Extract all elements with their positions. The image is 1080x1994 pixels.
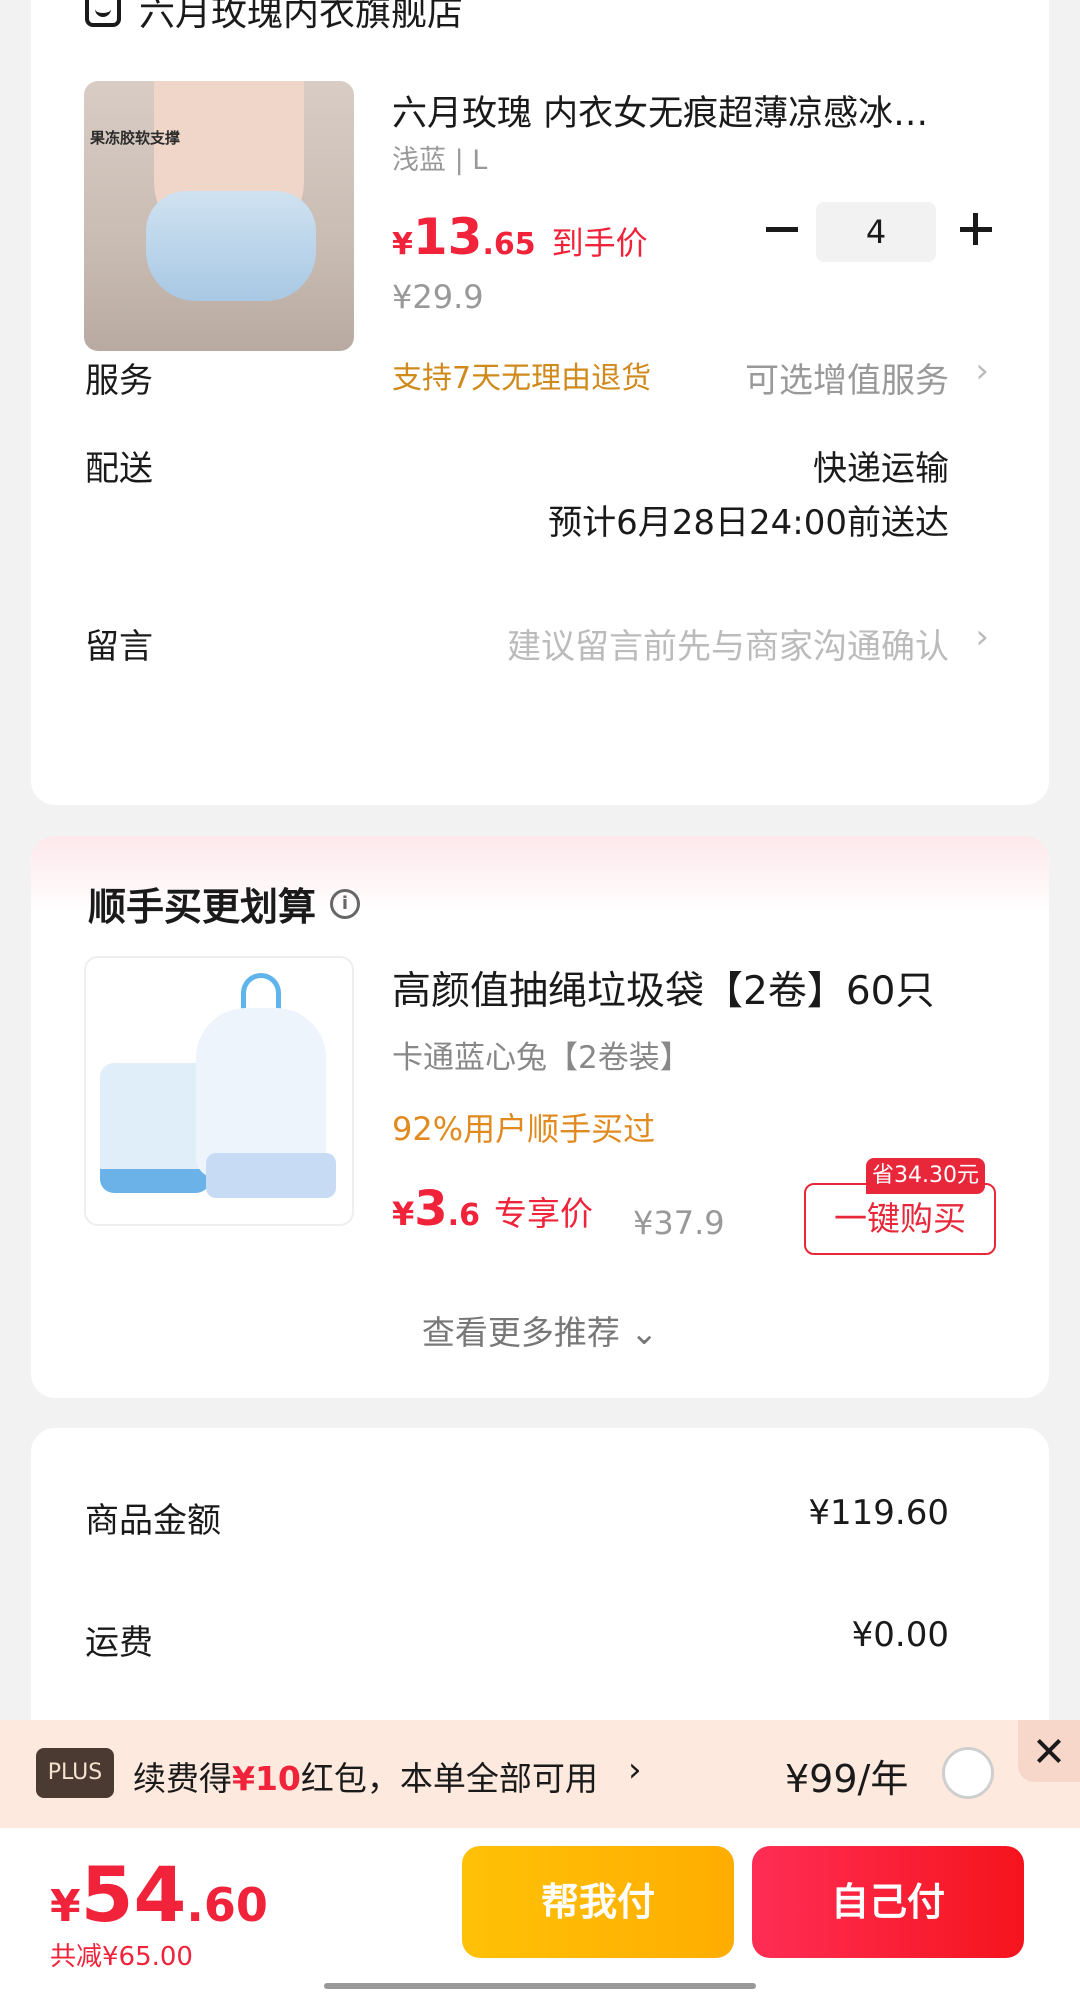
- product-spec[interactable]: 浅蓝 | L: [392, 138, 487, 177]
- price-decimal: .65: [482, 227, 536, 262]
- message-input[interactable]: 建议留言前先与商家沟通确认: [507, 619, 949, 668]
- recommend-item-title[interactable]: 高颜值抽绳垃圾袋【2卷】60只: [392, 960, 934, 1016]
- product-card: 六月玫瑰内衣旗舰店 果冻胶软支撑 六月玫瑰 内衣女无痕超薄凉感冰… 浅蓝 | L…: [31, 0, 1049, 805]
- total-discount: 共减¥65.00: [50, 1942, 193, 1972]
- service-value[interactable]: 可选增值服务: [745, 353, 949, 402]
- total-integer: 54: [80, 1850, 187, 1939]
- more-recommendations-link[interactable]: 查看更多推荐 ⌄: [31, 1306, 1049, 1354]
- price-label: 专享价: [493, 1194, 593, 1233]
- recommend-item-image[interactable]: [84, 956, 354, 1226]
- shipping-label: 运费: [85, 1623, 153, 1663]
- store-name: 六月玫瑰内衣旗舰店: [139, 0, 464, 34]
- plus-text-suffix: 红包，本单全部可用: [300, 1759, 598, 1798]
- return-policy: 支持7天无理由退货: [392, 361, 652, 396]
- help-me-pay-button[interactable]: 帮我付: [462, 1846, 734, 1958]
- price-integer: 3: [414, 1181, 448, 1237]
- product-image-tag: 果冻胶软支撑: [90, 129, 181, 147]
- chevron-right-icon: ›: [975, 617, 989, 657]
- delivery-eta: 预计6月28日24:00前送达: [548, 503, 949, 543]
- delivery-label: 配送: [85, 449, 153, 489]
- quantity-decrease-button[interactable]: [760, 207, 804, 251]
- home-indicator[interactable]: [324, 1983, 756, 1989]
- product-image[interactable]: 果冻胶软支撑: [84, 81, 354, 351]
- recommendation-card: 顺手买更划算 i 高颜值抽绳垃圾袋【2卷】60只 卡通蓝心兔【2卷装】 92%用…: [31, 836, 1049, 1398]
- total-price: ¥ 54 .60: [50, 1850, 268, 1939]
- total-decimal: .60: [186, 1878, 268, 1932]
- price-symbol: ¥: [392, 227, 413, 262]
- shipping-value: ¥0.00: [851, 1615, 949, 1655]
- plus-badge: PLUS: [36, 1748, 114, 1798]
- goods-amount-value: ¥119.60: [808, 1493, 949, 1533]
- plus-price: ¥99/年: [785, 1757, 909, 1801]
- chevron-right-icon[interactable]: ›: [628, 1750, 642, 1790]
- service-label: 服务: [85, 361, 153, 401]
- info-icon[interactable]: i: [330, 888, 361, 919]
- store-icon: [85, 0, 121, 27]
- recommendation-title-text: 顺手买更划算: [88, 885, 317, 929]
- plus-promo-text[interactable]: 续费得¥10红包，本单全部可用: [133, 1752, 598, 1800]
- total-symbol: ¥: [50, 1881, 81, 1932]
- goods-amount-label: 商品金额: [85, 1501, 221, 1541]
- plus-text-prefix: 续费得: [133, 1759, 232, 1798]
- pay-myself-button[interactable]: 自己付: [752, 1846, 1024, 1958]
- payment-bar: ¥ 54 .60 共减¥65.00 帮我付 自己付: [0, 1828, 1080, 1994]
- message-label: 留言: [85, 627, 153, 667]
- recommend-item-spec[interactable]: 卡通蓝心兔【2卷装】: [392, 1032, 691, 1077]
- store-header[interactable]: 六月玫瑰内衣旗舰店: [85, 0, 463, 36]
- product-original-price: ¥29.9: [392, 278, 484, 316]
- quantity-increase-button[interactable]: [954, 207, 998, 251]
- price-decimal: .6: [447, 1198, 480, 1233]
- plus-membership-bar[interactable]: PLUS 续费得¥10红包，本单全部可用 › ¥99/年: [0, 1720, 1080, 1828]
- product-price: ¥ 13 .65 到手价: [392, 208, 648, 266]
- chevron-right-icon: ›: [975, 351, 989, 391]
- savings-badge: 省34.30元: [866, 1158, 985, 1194]
- recommend-item-price: ¥ 3 .6 专享价: [392, 1181, 593, 1237]
- plus-text-highlight: ¥10: [232, 1759, 301, 1798]
- product-title[interactable]: 六月玫瑰 内衣女无痕超薄凉感冰…: [392, 85, 992, 136]
- close-icon[interactable]: [1018, 1720, 1080, 1782]
- quantity-input[interactable]: 4: [816, 202, 936, 262]
- delivery-method: 快递运输: [813, 449, 949, 489]
- price-integer: 13: [412, 208, 483, 266]
- recommend-item-social-proof: 92%用户顺手买过: [392, 1110, 656, 1148]
- plus-select-radio[interactable]: [942, 1747, 994, 1799]
- recommend-item-original-price: ¥37.9: [633, 1204, 725, 1242]
- order-summary-card: 商品金额 ¥119.60 运费 ¥0.00: [31, 1428, 1049, 1758]
- price-symbol: ¥: [392, 1195, 415, 1233]
- price-label: 到手价: [551, 224, 648, 262]
- recommendation-title: 顺手买更划算 i: [88, 876, 361, 931]
